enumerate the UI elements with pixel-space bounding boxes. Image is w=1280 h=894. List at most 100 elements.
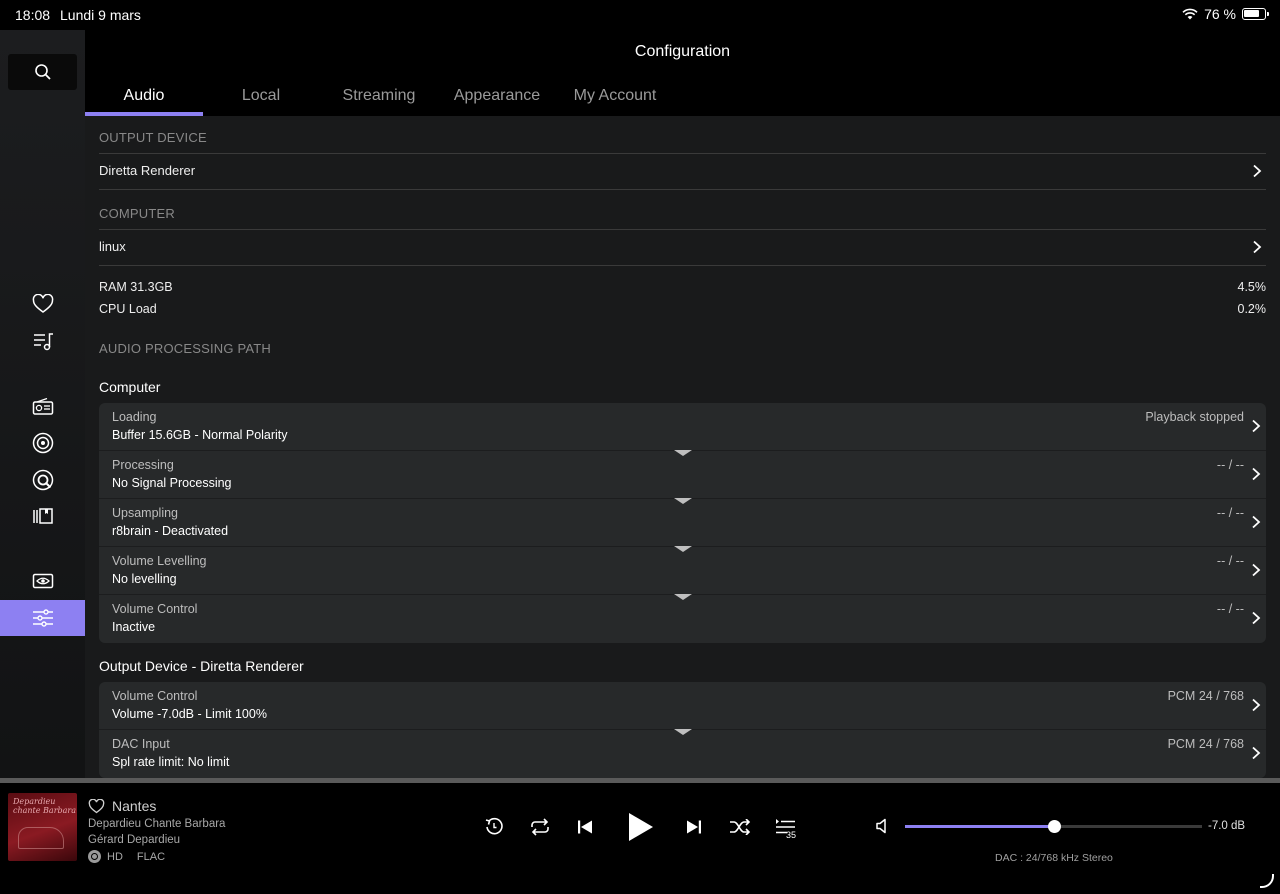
path-row-status: PCM 24 / 768 bbox=[1167, 689, 1244, 703]
podcast-nav[interactable] bbox=[0, 425, 85, 461]
search-button[interactable] bbox=[8, 54, 77, 90]
path-row-subtitle: Spl rate limit: No limit bbox=[112, 755, 230, 769]
speaker-icon[interactable] bbox=[875, 818, 891, 834]
status-time: 18:08 bbox=[15, 7, 51, 23]
volume-slider-handle[interactable] bbox=[1047, 820, 1061, 833]
search-icon bbox=[34, 64, 51, 80]
heart-icon[interactable] bbox=[88, 798, 105, 814]
format-label: FLAC bbox=[136, 850, 166, 863]
library-icon bbox=[32, 508, 53, 524]
tab-streaming[interactable]: Streaming bbox=[320, 78, 438, 116]
favorites-nav[interactable] bbox=[0, 286, 85, 322]
next-button[interactable] bbox=[678, 811, 710, 843]
tab-local[interactable]: Local bbox=[202, 78, 320, 116]
hidden-icon bbox=[32, 573, 53, 589]
volume-slider-fill bbox=[905, 825, 1054, 828]
path-row-volume-levelling[interactable]: Volume Levelling No levelling -- / -- bbox=[99, 546, 1266, 595]
status-bar: 18:08 Lundi 9 mars 76 % bbox=[0, 0, 1280, 30]
path-row-title: Volume Levelling bbox=[112, 554, 207, 568]
section-heading-output-device: OUTPUT DEVICE bbox=[99, 130, 207, 145]
quality-badges: HD FLAC bbox=[88, 850, 165, 863]
repeat-icon bbox=[531, 818, 549, 836]
play-icon bbox=[629, 813, 653, 841]
chevron-right-icon bbox=[1253, 164, 1262, 178]
path-row-subtitle: Volume -7.0dB - Limit 100% bbox=[112, 707, 267, 721]
path-row-dac-input[interactable]: DAC Input Spl rate limit: No limit PCM 2… bbox=[99, 729, 1266, 778]
path-row-volume-control[interactable]: Volume Control Inactive -- / -- bbox=[99, 594, 1266, 643]
battery-percent: 76 % bbox=[1204, 6, 1236, 22]
radio-nav[interactable] bbox=[0, 389, 85, 425]
playlists-nav[interactable] bbox=[0, 323, 85, 359]
album-name[interactable]: Depardieu Chante Barbara bbox=[88, 818, 225, 830]
sidebar bbox=[0, 30, 85, 778]
path-row-status: -- / -- bbox=[1216, 506, 1244, 520]
path-row-status: -- / -- bbox=[1216, 554, 1244, 568]
podcast-icon bbox=[32, 432, 53, 454]
cpu-value: 0.2% bbox=[1237, 302, 1267, 316]
tab-audio[interactable]: Audio bbox=[85, 78, 203, 116]
status-date: Lundi 9 mars bbox=[60, 7, 141, 23]
previous-button[interactable] bbox=[569, 811, 601, 843]
computer-path-card: Loading Buffer 15.6GB - Normal Polarity … bbox=[99, 403, 1266, 643]
path-row-processing[interactable]: Processing No Signal Processing -- / -- bbox=[99, 450, 1266, 499]
play-button[interactable] bbox=[620, 807, 660, 847]
path-row-subtitle: No Signal Processing bbox=[112, 476, 232, 490]
album-art[interactable]: Depardieu chante Barbara bbox=[8, 793, 77, 861]
divider bbox=[99, 189, 1266, 190]
artist-name[interactable]: Gérard Depardieu bbox=[88, 834, 180, 846]
volume-db: -7.0 dB bbox=[1208, 820, 1246, 832]
shuffle-button[interactable] bbox=[724, 811, 756, 843]
radio-icon bbox=[32, 398, 53, 415]
battery-icon bbox=[1242, 8, 1269, 20]
path-row-status: Playback stopped bbox=[1145, 410, 1244, 424]
path-row-title: Volume Control bbox=[112, 689, 198, 703]
replay-button[interactable] bbox=[478, 811, 510, 843]
ram-row: RAM 31.3GB 4.5% bbox=[99, 280, 1266, 294]
chevron-right-icon bbox=[1252, 467, 1261, 481]
qobuz-badge-icon bbox=[88, 850, 101, 863]
output-device-value: Diretta Renderer bbox=[99, 163, 196, 178]
path-row-subtitle: Inactive bbox=[112, 620, 156, 634]
track-title[interactable]: Nantes bbox=[112, 798, 156, 814]
computer-row[interactable]: linux bbox=[99, 229, 1266, 265]
path-row-status: -- / -- bbox=[1216, 602, 1244, 616]
path-row-title: Volume Control bbox=[112, 602, 198, 616]
computer-value: linux bbox=[99, 239, 126, 254]
repeat-button[interactable] bbox=[524, 811, 556, 843]
output-device-row[interactable]: Diretta Renderer bbox=[99, 153, 1266, 189]
tab-my-account[interactable]: My Account bbox=[556, 78, 674, 116]
dac-info: DAC : 24/768 kHz Stereo bbox=[995, 852, 1113, 864]
path-row-output-volume[interactable]: Volume Control Volume -7.0dB - Limit 100… bbox=[99, 682, 1266, 730]
path-row-status: PCM 24 / 768 bbox=[1167, 737, 1244, 751]
track-info: Nantes bbox=[88, 798, 156, 814]
path-row-title: Loading bbox=[112, 410, 157, 424]
player-bar: Depardieu chante Barbara Nantes Depardie… bbox=[0, 783, 1280, 894]
chevron-right-icon bbox=[1252, 419, 1261, 433]
cpu-label: CPU Load bbox=[99, 302, 157, 316]
volume-slider[interactable] bbox=[905, 820, 1202, 833]
previous-icon bbox=[578, 820, 592, 834]
qobuz-nav[interactable] bbox=[0, 462, 85, 498]
library-nav[interactable] bbox=[0, 498, 85, 534]
path-row-subtitle: Buffer 15.6GB - Normal Polarity bbox=[112, 428, 288, 442]
tab-appearance[interactable]: Appearance bbox=[438, 78, 556, 116]
qobuz-icon bbox=[32, 469, 53, 491]
chevron-right-icon bbox=[1252, 698, 1261, 712]
path-row-title: Processing bbox=[112, 458, 174, 472]
path-row-status: -- / -- bbox=[1216, 458, 1244, 472]
computer-group-title: Computer bbox=[99, 379, 161, 395]
settings-nav[interactable] bbox=[0, 600, 85, 636]
path-row-upsampling[interactable]: Upsampling r8brain - Deactivated -- / -- bbox=[99, 498, 1266, 547]
hidden-nav[interactable] bbox=[0, 563, 85, 599]
status-right: 76 % bbox=[1182, 6, 1269, 22]
flow-arrow-icon bbox=[674, 498, 692, 504]
divider bbox=[99, 265, 1266, 266]
chevron-right-icon bbox=[1252, 746, 1261, 760]
path-row-subtitle: r8brain - Deactivated bbox=[112, 524, 229, 538]
queue-count: 35 bbox=[786, 830, 797, 840]
ram-label: RAM 31.3GB bbox=[99, 280, 173, 294]
path-row-loading[interactable]: Loading Buffer 15.6GB - Normal Polarity … bbox=[99, 403, 1266, 451]
path-row-subtitle: No levelling bbox=[112, 572, 177, 586]
album-art-text: Depardieu chante Barbara bbox=[13, 797, 77, 815]
cpu-row: CPU Load 0.2% bbox=[99, 302, 1266, 316]
